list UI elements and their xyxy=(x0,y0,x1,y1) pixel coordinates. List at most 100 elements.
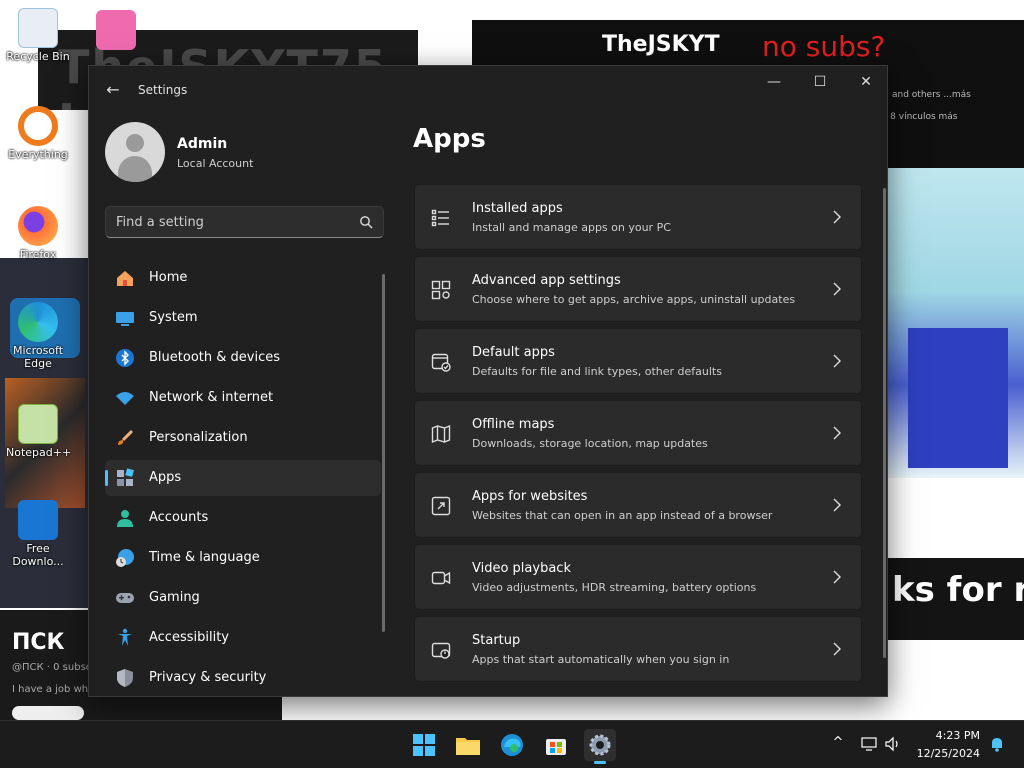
card-description: Defaults for file and link types, other … xyxy=(472,365,722,378)
clock-globe-icon xyxy=(116,549,134,567)
card-description: Websites that can open in an app instead… xyxy=(472,509,773,522)
shield-icon xyxy=(117,669,133,687)
volume-icon[interactable] xyxy=(884,735,902,753)
desktop-icon-label: Free Downlo... xyxy=(12,542,64,568)
firefox-icon xyxy=(18,206,58,246)
account-type: Local Account xyxy=(177,157,254,170)
desktop-icon-everything[interactable]: Everything xyxy=(6,106,70,161)
gamepad-icon xyxy=(116,593,134,603)
sidebar-item-privacy[interactable]: Privacy & security xyxy=(105,660,381,696)
desktop-icon-firefox[interactable]: Firefox xyxy=(6,206,70,261)
settings-taskbar-button[interactable] xyxy=(584,729,616,764)
background-caption: ks for r xyxy=(888,558,1024,640)
background-art xyxy=(888,168,1024,478)
desktop-icon-edge[interactable]: Microsoft Edge xyxy=(6,302,70,370)
search-box[interactable] xyxy=(105,206,384,238)
card-apps-for-websites[interactable]: Apps for websites Websites that can open… xyxy=(414,472,862,538)
sidebar-item-label: System xyxy=(149,310,198,325)
search-input[interactable] xyxy=(116,207,346,237)
sidebar-item-gaming[interactable]: Gaming xyxy=(105,580,381,616)
show-hidden-icons-button[interactable]: ^ xyxy=(829,735,847,753)
sidebar-item-accessibility[interactable]: Accessibility xyxy=(105,620,381,656)
system-icon xyxy=(116,312,134,326)
desktop-icon-free-download[interactable]: Free Downlo... xyxy=(6,500,70,568)
card-title: Video playback xyxy=(472,561,571,576)
maximize-button[interactable]: ☐ xyxy=(797,66,843,98)
clock-date[interactable]: 12/25/2024 xyxy=(910,747,980,760)
start-icon[interactable] xyxy=(408,729,440,761)
close-button[interactable]: ✕ xyxy=(843,66,887,98)
chevron-right-icon xyxy=(833,210,841,224)
card-description: Downloads, storage location, map updates xyxy=(472,437,708,450)
desktop-icon-app[interactable] xyxy=(84,10,148,50)
back-button[interactable]: ← xyxy=(101,78,125,102)
desktop-icon-label: Recycle Bin xyxy=(6,50,70,63)
sidebar-item-label: Accounts xyxy=(149,510,209,525)
card-title: Installed apps xyxy=(472,201,563,216)
clock-time[interactable]: 4:23 PM xyxy=(920,729,980,742)
title-bar[interactable]: ← Settings — ☐ ✕ xyxy=(89,66,887,114)
sidebar-item-accounts[interactable]: Accounts xyxy=(105,500,381,536)
notification-bell-icon[interactable] xyxy=(988,735,1006,753)
brush-icon xyxy=(118,429,134,445)
desktop-icon-label: Everything xyxy=(8,148,68,161)
background-card-title: ПСК xyxy=(12,630,65,655)
sidebar-item-bluetooth[interactable]: Bluetooth & devices xyxy=(105,340,381,376)
sidebar-item-home[interactable]: Home xyxy=(105,260,381,296)
chevron-right-icon xyxy=(833,642,841,656)
app-settings-icon xyxy=(431,280,451,300)
card-installed-apps[interactable]: Installed apps Install and manage apps o… xyxy=(414,184,862,250)
list-icon xyxy=(431,209,449,227)
accessibility-icon xyxy=(118,628,132,646)
search-icon[interactable] xyxy=(359,215,373,229)
edge-icon xyxy=(18,302,58,342)
file-explorer-icon[interactable] xyxy=(452,729,484,761)
sidebar-item-label: Apps xyxy=(149,470,182,485)
desktop-icon-label: Notepad++ xyxy=(6,446,72,459)
magnifier-icon xyxy=(18,106,58,146)
home-icon xyxy=(117,271,133,286)
sidebar-scrollbar[interactable] xyxy=(382,274,385,632)
edge-icon[interactable] xyxy=(496,729,528,761)
sidebar-item-personalization[interactable]: Personalization xyxy=(105,420,381,456)
taskbar: ^ 4:23 PM 12/25/2024 xyxy=(0,720,1024,768)
video-icon xyxy=(431,571,451,585)
sidebar-item-label: Accessibility xyxy=(149,630,229,645)
sidebar-item-system[interactable]: System xyxy=(105,300,381,336)
card-title: Offline maps xyxy=(472,417,555,432)
card-default-apps[interactable]: Default apps Defaults for file and link … xyxy=(414,328,862,394)
download-manager-icon xyxy=(18,500,58,540)
avatar[interactable] xyxy=(105,122,165,182)
card-offline-maps[interactable]: Offline maps Downloads, storage location… xyxy=(414,400,862,466)
recycle-bin-icon xyxy=(18,8,58,48)
apps-icon xyxy=(117,468,134,486)
user-profile[interactable]: Admin Local Account xyxy=(105,122,385,184)
background-line-1: and others ...más xyxy=(892,90,971,100)
notepad-plus-plus-icon xyxy=(18,404,58,444)
sidebar-item-label: Home xyxy=(149,270,188,285)
startup-icon xyxy=(431,642,451,659)
card-startup[interactable]: Startup Apps that start automatically wh… xyxy=(414,616,862,682)
sidebar-item-time-language[interactable]: Time & language xyxy=(105,540,381,576)
settings-card-list: Installed apps Install and manage apps o… xyxy=(414,184,862,688)
chevron-right-icon xyxy=(833,570,841,584)
desktop-icon-notepadpp[interactable]: Notepad++ xyxy=(6,404,72,459)
network-icon[interactable] xyxy=(860,735,878,753)
sidebar-item-network[interactable]: Network & internet xyxy=(105,380,381,416)
card-title: Advanced app settings xyxy=(472,273,621,288)
user-name: Admin xyxy=(177,136,228,152)
background-caption-text: ks for r xyxy=(892,570,1024,610)
sidebar-item-label: Network & internet xyxy=(149,390,274,405)
minimize-button[interactable]: — xyxy=(751,66,797,98)
card-video-playback[interactable]: Video playback Video adjustments, HDR st… xyxy=(414,544,862,610)
map-icon xyxy=(431,424,451,444)
main-scrollbar[interactable] xyxy=(883,188,886,658)
store-icon[interactable] xyxy=(540,729,572,761)
card-description: Video adjustments, HDR streaming, batter… xyxy=(472,581,757,594)
window-title: Settings xyxy=(138,83,188,97)
chevron-right-icon xyxy=(833,498,841,512)
background-card-button xyxy=(12,706,84,720)
desktop-icon-recycle-bin[interactable]: Recycle Bin xyxy=(6,8,70,63)
sidebar-item-apps[interactable]: Apps xyxy=(105,460,381,496)
card-advanced-app-settings[interactable]: Advanced app settings Choose where to ge… xyxy=(414,256,862,322)
